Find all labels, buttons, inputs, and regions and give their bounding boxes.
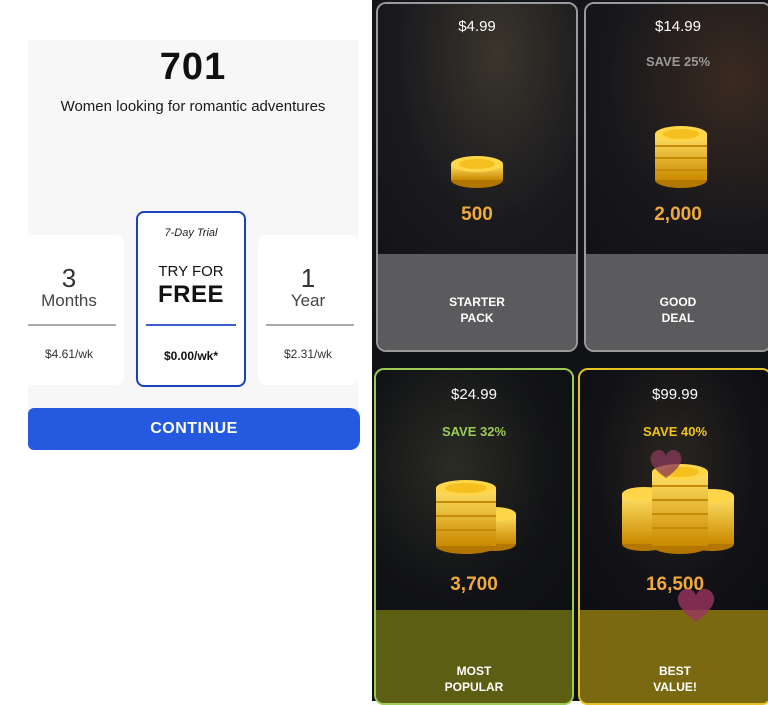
paywall-subtitle: Women looking for romantic adventures xyxy=(60,98,326,115)
coin-pack-best-value[interactable]: $99.99 SAVE 40% 16,500 BEST VALUE! xyxy=(578,368,768,705)
pack-label-line2: VALUE! xyxy=(653,680,697,694)
plan-price: $4.61/wk xyxy=(44,347,94,361)
heart-icon xyxy=(677,588,715,622)
continue-button[interactable]: CONTINUE xyxy=(28,408,360,450)
plan-duration-unit: Year xyxy=(290,291,326,310)
coin-amount: 2,000 xyxy=(654,204,702,225)
subscription-paywall: 701 Women looking for romantic adventure… xyxy=(0,0,372,701)
pack-price: $4.99 xyxy=(458,18,496,35)
pack-label-line1: BEST xyxy=(658,664,691,678)
plan-divider xyxy=(146,324,236,326)
plan-option-free-trial[interactable]: 7-Day Trial TRY FOR FREE $0.00/wk* xyxy=(136,211,246,387)
pack-label-line1: MOST xyxy=(456,664,492,678)
plan-duration-unit: Months xyxy=(41,291,97,310)
trial-free-label: FREE xyxy=(157,281,224,308)
coin-stack-icon xyxy=(655,126,707,188)
coin-pack-starter[interactable]: $4.99 500 STARTER PACK xyxy=(376,2,578,352)
plan-option-1-year[interactable]: 1 Year $2.31/wk xyxy=(258,235,358,385)
plan-divider xyxy=(28,324,116,326)
plan-option-3-months[interactable]: 3 Months $4.61/wk xyxy=(14,235,124,385)
savings-badge: SAVE 32% xyxy=(441,424,507,439)
plan-divider xyxy=(266,324,354,326)
coin-pack-good-deal[interactable]: $14.99 SAVE 25% 2,000 GOOD DEAL xyxy=(584,2,768,352)
coin-pack-most-popular[interactable]: $24.99 SAVE 32% 3,700 MOST POPULAR xyxy=(374,368,574,705)
savings-badge: SAVE 25% xyxy=(645,54,711,69)
plan-price: $2.31/wk xyxy=(283,347,333,361)
pack-label-line2: PACK xyxy=(460,311,494,325)
trial-headline: TRY FOR xyxy=(158,263,224,280)
panel-gap xyxy=(360,0,372,701)
member-count: 701 xyxy=(159,46,227,88)
heart-icon xyxy=(650,450,682,478)
coin-stack-icon xyxy=(451,156,503,188)
pack-label-line1: GOOD xyxy=(659,295,697,309)
coin-stack-icon xyxy=(436,480,516,554)
plan-duration-number: 3 xyxy=(61,263,77,293)
coin-amount: 3,700 xyxy=(450,574,498,595)
pack-label-line2: DEAL xyxy=(661,311,695,325)
trial-tag: 7-Day Trial xyxy=(164,227,218,239)
coin-amount: 500 xyxy=(461,204,493,225)
savings-badge: SAVE 40% xyxy=(642,424,708,439)
pack-price: $14.99 xyxy=(655,18,701,35)
pack-label-line1: STARTER xyxy=(449,295,505,309)
plan-duration-number: 1 xyxy=(300,263,316,293)
pack-label-line2: POPULAR xyxy=(444,680,504,694)
pack-price: $99.99 xyxy=(652,386,698,403)
pack-price: $24.99 xyxy=(451,386,497,403)
plan-price: $0.00/wk* xyxy=(163,349,219,363)
